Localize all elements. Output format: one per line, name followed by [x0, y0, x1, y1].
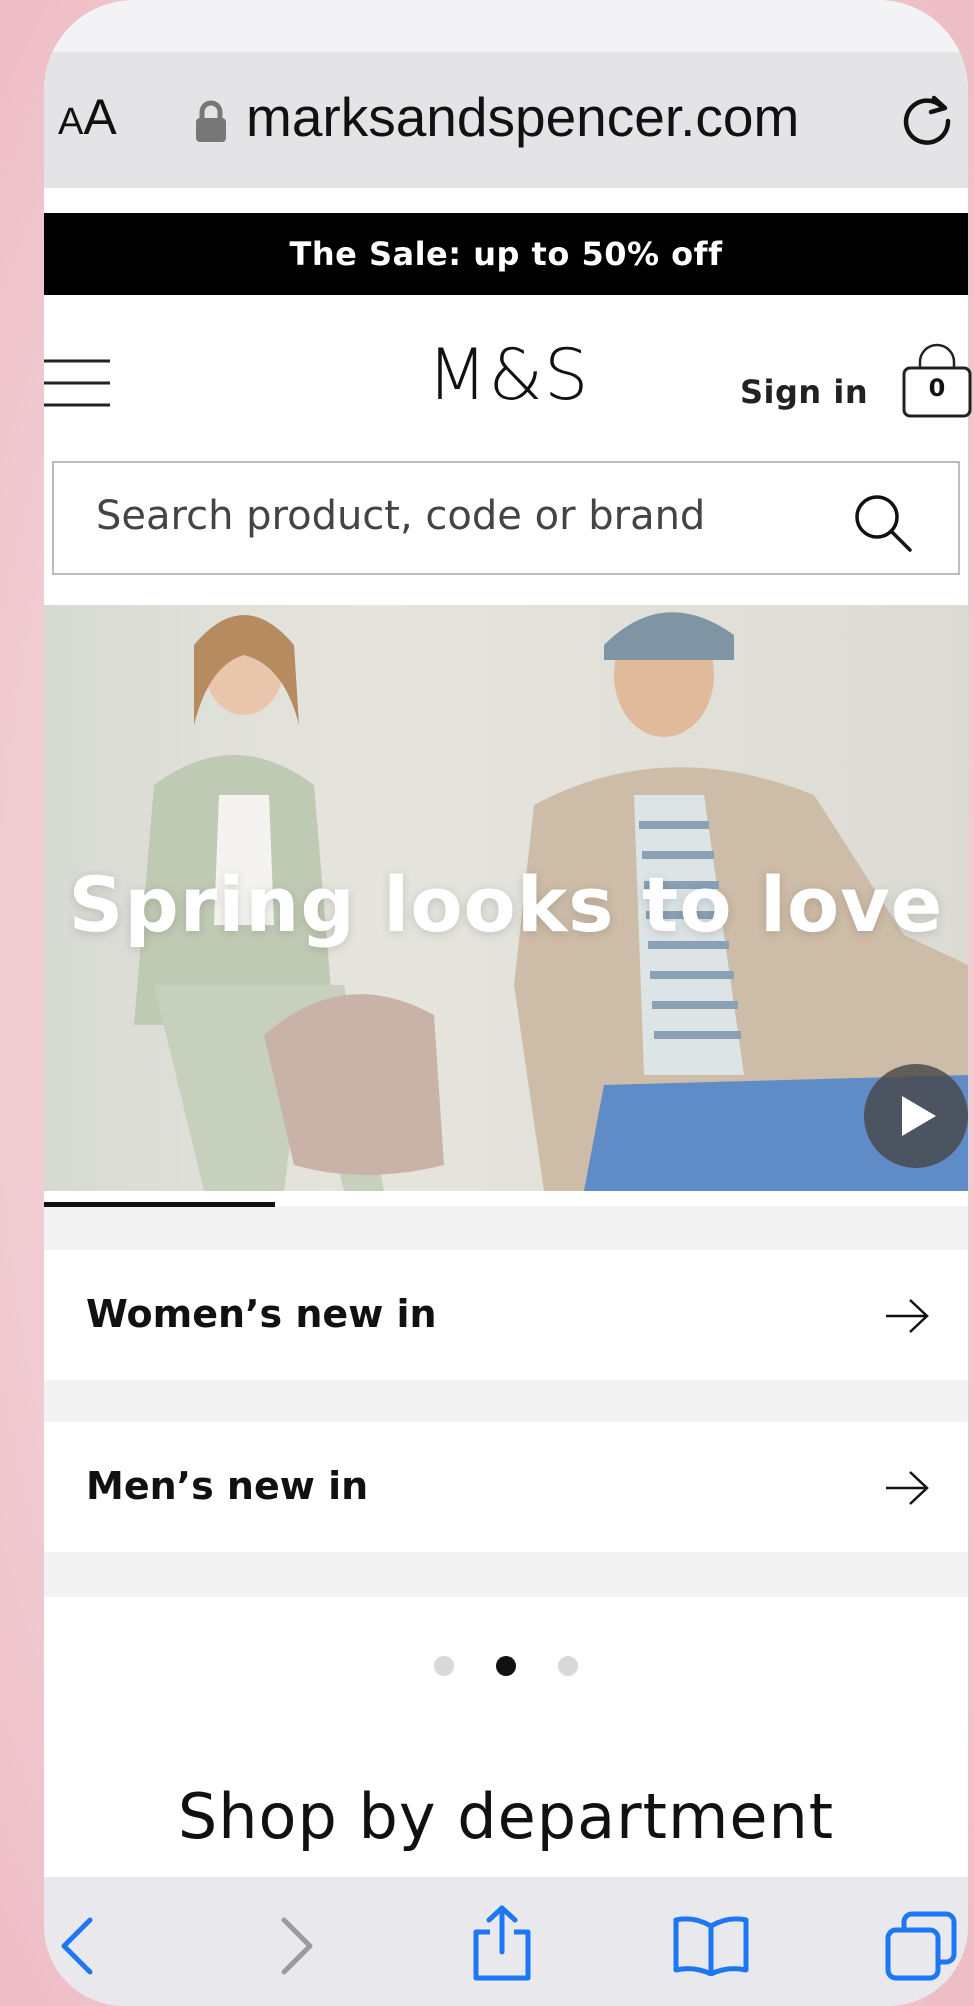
- arrow-right-icon: [886, 1471, 929, 1505]
- search-input[interactable]: [96, 493, 856, 539]
- hero-title: Spring looks to love: [68, 860, 944, 949]
- play-icon: [902, 1096, 936, 1136]
- lock-icon: [196, 100, 226, 142]
- link-label: Men’s new in: [86, 1464, 369, 1508]
- search-icon[interactable]: [852, 492, 914, 554]
- carousel-dot-active[interactable]: [496, 1656, 516, 1676]
- link-label: Women’s new in: [86, 1292, 437, 1336]
- reload-icon[interactable]: [898, 90, 956, 148]
- arrow-right-icon: [886, 1299, 929, 1333]
- sign-in-link[interactable]: Sign in: [740, 373, 868, 411]
- play-button[interactable]: [864, 1064, 968, 1168]
- share-icon[interactable]: [470, 1904, 534, 1982]
- sale-banner-text: The Sale: up to 50% off: [289, 235, 723, 273]
- menu-icon[interactable]: [44, 358, 110, 408]
- back-icon[interactable]: [58, 1916, 98, 1976]
- bag-count: 0: [928, 374, 946, 402]
- url-text[interactable]: marksandspencer.com: [246, 90, 799, 145]
- shop-by-department-heading: Shop by department: [177, 1780, 835, 1853]
- text-size-button[interactable]: AA: [58, 92, 117, 142]
- carousel-dot[interactable]: [558, 1656, 578, 1676]
- bookmarks-icon[interactable]: [672, 1914, 750, 1976]
- status-bar-area: [44, 0, 968, 52]
- site-logo[interactable]: M&S: [427, 340, 589, 410]
- tabs-icon[interactable]: [884, 1910, 958, 1982]
- carousel-dot[interactable]: [434, 1656, 454, 1676]
- sale-banner[interactable]: The Sale: up to 50% off: [44, 213, 968, 295]
- mens-new-in-link[interactable]: Men’s new in: [44, 1422, 968, 1552]
- womens-new-in-link[interactable]: Women’s new in: [44, 1250, 968, 1380]
- forward-icon[interactable]: [276, 1916, 316, 1976]
